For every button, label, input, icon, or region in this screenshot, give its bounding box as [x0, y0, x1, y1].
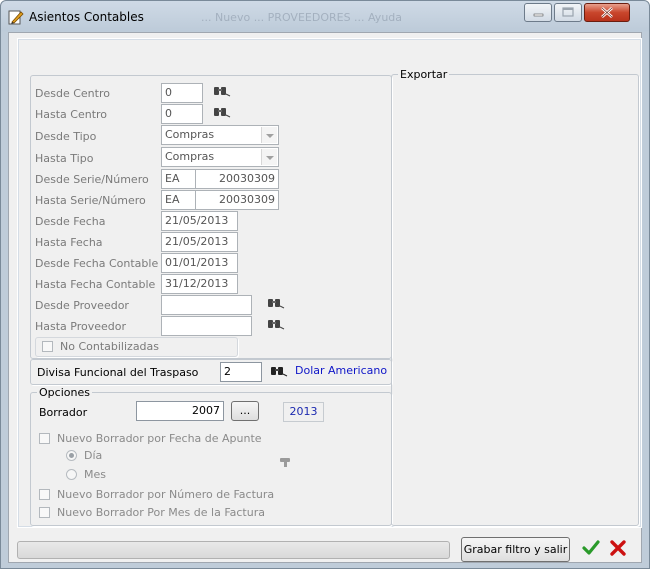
hasta-proveedor-label: Hasta Proveedor: [35, 320, 127, 333]
title-bar[interactable]: Asientos Contables ... Nuevo ... PROVEED…: [1, 1, 649, 33]
maximize-button[interactable]: [554, 3, 582, 22]
desde-serie-field[interactable]: EA: [161, 169, 196, 189]
mes-label: Mes: [84, 468, 106, 481]
hasta-serie-label: Hasta Serie/Número: [35, 194, 146, 207]
close-icon: [601, 7, 613, 18]
desde-fecha-field[interactable]: 21/05/2013: [161, 211, 238, 231]
desde-proveedor-field[interactable]: [161, 295, 252, 315]
search-binoculars-icon[interactable]: [267, 296, 285, 310]
desde-tipo-value: Compras: [165, 128, 215, 141]
divisa-field[interactable]: 2: [220, 362, 262, 382]
hasta-tipo-label: Hasta Tipo: [35, 152, 94, 165]
hammer-icon: [280, 458, 290, 467]
desde-fecha-contable-field[interactable]: 01/01/2013: [161, 253, 238, 273]
desde-numero-field[interactable]: 20030309: [195, 169, 279, 189]
hasta-numero-field[interactable]: 20030309: [195, 190, 279, 210]
search-binoculars-icon[interactable]: [213, 105, 231, 119]
desde-fecha-label: Desde Fecha: [35, 215, 106, 228]
accept-check-icon[interactable]: [582, 539, 600, 557]
mes-radio[interactable]: [66, 469, 77, 480]
borrador-label: Borrador: [39, 406, 88, 419]
desde-tipo-select[interactable]: Compras: [161, 125, 279, 145]
search-binoculars-icon[interactable]: [267, 317, 285, 331]
borrador-field[interactable]: 2007: [136, 401, 224, 421]
desde-centro-field[interactable]: 0: [161, 83, 203, 103]
dia-label: Día: [84, 449, 103, 462]
grabar-filtro-button[interactable]: Grabar filtro y salir: [461, 537, 570, 562]
nuevo-por-numero-checkbox[interactable]: [39, 489, 50, 500]
divisa-label: Divisa Funcional del Traspaso: [37, 366, 199, 379]
hasta-proveedor-field[interactable]: [161, 316, 252, 336]
opciones-title: Opciones: [37, 386, 92, 399]
cancel-x-icon[interactable]: [609, 539, 627, 557]
minimize-button[interactable]: [524, 3, 552, 22]
hasta-centro-label: Hasta Centro: [35, 108, 108, 121]
desde-serie-label: Desde Serie/Número: [35, 173, 149, 186]
desde-proveedor-label: Desde Proveedor: [35, 299, 129, 312]
hasta-fecha-field[interactable]: 21/05/2013: [161, 232, 238, 252]
nuevo-por-numero-label: Nuevo Borrador por Número de Factura: [57, 488, 275, 501]
hasta-tipo-select[interactable]: Compras: [161, 147, 279, 167]
exportar-title: Exportar: [398, 68, 450, 81]
minimize-icon: [533, 13, 544, 17]
background-menu-ghost: ... Nuevo ... PROVEEDORES ... Ayuda: [201, 11, 403, 24]
window: Asientos Contables ... Nuevo ... PROVEED…: [0, 0, 650, 569]
hasta-fecha-contable-label: Hasta Fecha Contable: [35, 278, 156, 291]
nuevo-por-fecha-label: Nuevo Borrador por Fecha de Apunte: [57, 432, 262, 445]
search-binoculars-icon[interactable]: [213, 84, 231, 98]
divisa-name: Dolar Americano: [295, 364, 388, 377]
hasta-fecha-label: Hasta Fecha: [35, 236, 103, 249]
desde-tipo-label: Desde Tipo: [35, 130, 97, 143]
close-button[interactable]: [584, 3, 630, 22]
hasta-serie-field[interactable]: EA: [161, 190, 196, 210]
progress-bar: [17, 541, 450, 559]
hasta-tipo-value: Compras: [165, 150, 215, 163]
client-area: Desde Centro 0 Hasta Centro 0 Desde Tipo…: [8, 32, 642, 563]
desde-fecha-contable-label: Desde Fecha Contable: [35, 257, 159, 270]
year-field: 2013: [283, 402, 324, 422]
chevron-down-icon[interactable]: [261, 149, 277, 165]
exportar-group: Exportar: [391, 68, 639, 526]
no-contabilizadas-checkbox[interactable]: [42, 341, 53, 352]
nuevo-por-fecha-checkbox[interactable]: [39, 433, 50, 444]
dia-radio[interactable]: [66, 450, 77, 461]
app-icon: [8, 10, 24, 25]
search-binoculars-icon[interactable]: [270, 364, 288, 378]
hasta-centro-field[interactable]: 0: [161, 104, 203, 124]
desde-centro-label: Desde Centro: [35, 87, 110, 100]
chevron-down-icon[interactable]: [261, 127, 277, 143]
maximize-icon: [562, 7, 574, 17]
nuevo-por-mes-checkbox[interactable]: [39, 507, 50, 518]
borrador-browse-button[interactable]: ...: [231, 401, 259, 421]
nuevo-por-mes-label: Nuevo Borrador Por Mes de la Factura: [57, 506, 265, 519]
content-panel: Desde Centro 0 Hasta Centro 0 Desde Tipo…: [17, 38, 642, 528]
window-title: Asientos Contables: [29, 10, 144, 24]
hasta-fecha-contable-field[interactable]: 31/12/2013: [161, 274, 238, 294]
no-contabilizadas-label: No Contabilizadas: [60, 340, 160, 353]
